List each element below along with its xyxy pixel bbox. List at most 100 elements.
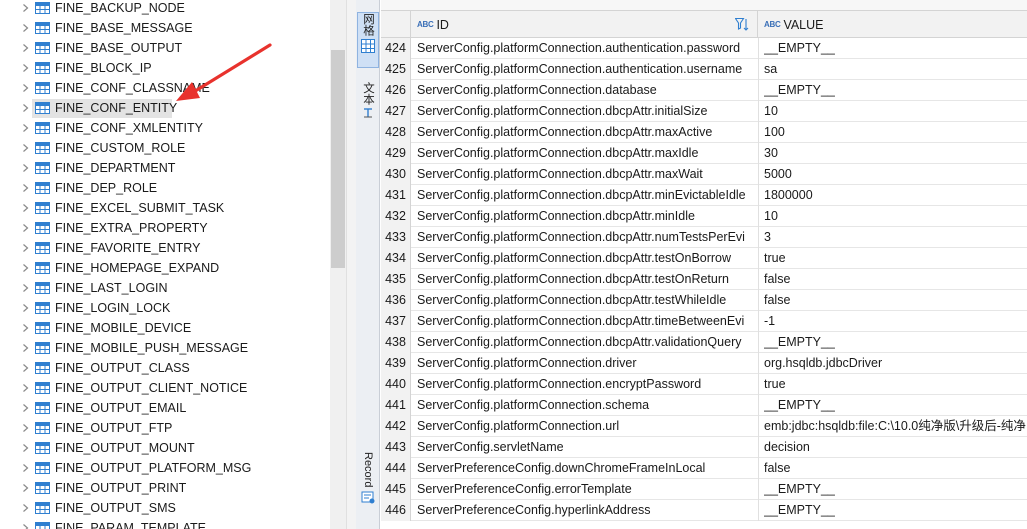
cell-id[interactable]: ServerConfig.platformConnection.dbcpAttr… (417, 290, 756, 311)
row-number[interactable]: 436 (381, 290, 411, 311)
chevron-right-icon[interactable] (21, 423, 30, 433)
chevron-right-icon[interactable] (21, 123, 30, 133)
cell-value[interactable]: true (764, 248, 1027, 269)
tree-scrollbar-thumb[interactable] (331, 50, 345, 268)
cell-id[interactable]: ServerConfig.platformConnection.url (417, 416, 756, 437)
tree-item[interactable]: FINE_DEPARTMENT (0, 158, 330, 178)
cell-id[interactable]: ServerConfig.platformConnection.encryptP… (417, 374, 756, 395)
grid-view-button[interactable]: 网格 (357, 12, 379, 68)
row-number[interactable]: 432 (381, 206, 411, 227)
cell-value[interactable]: decision (764, 437, 1027, 458)
chevron-right-icon[interactable] (21, 343, 30, 353)
chevron-right-icon[interactable] (21, 463, 30, 473)
table-row[interactable]: 442 ServerConfig.platformConnection.url em… (381, 416, 1027, 437)
chevron-right-icon[interactable] (21, 523, 30, 529)
row-number[interactable]: 430 (381, 164, 411, 185)
chevron-right-icon[interactable] (21, 3, 30, 13)
column-header-value[interactable]: ABC VALUE (758, 11, 1027, 38)
sort-filter-icon[interactable] (735, 18, 749, 31)
chevron-right-icon[interactable] (21, 283, 30, 293)
tree-item[interactable]: FINE_BASE_MESSAGE (0, 18, 330, 38)
table-row[interactable]: 440 ServerConfig.platformConnection.encry… (381, 374, 1027, 395)
cell-id[interactable]: ServerConfig.platformConnection.dbcpAttr… (417, 143, 756, 164)
cell-id[interactable]: ServerPreferenceConfig.downChromeFrameIn… (417, 458, 756, 479)
cell-value[interactable]: __EMPTY__ (764, 38, 1027, 59)
row-number[interactable]: 442 (381, 416, 411, 437)
cell-id[interactable]: ServerConfig.platformConnection.driver (417, 353, 756, 374)
cell-value[interactable]: __EMPTY__ (764, 479, 1027, 500)
chevron-right-icon[interactable] (21, 223, 30, 233)
chevron-right-icon[interactable] (21, 443, 30, 453)
table-row[interactable]: 425 ServerConfig.platformConnection.authe… (381, 59, 1027, 80)
cell-id[interactable]: ServerConfig.servletName (417, 437, 756, 458)
cell-id[interactable]: ServerPreferenceConfig.hyperlinkAddress (417, 500, 756, 521)
tree-item[interactable]: FINE_EXTRA_PROPERTY (0, 218, 330, 238)
tree-item[interactable]: FINE_HOMEPAGE_EXPAND (0, 258, 330, 278)
cell-value[interactable]: org.hsqldb.jdbcDriver (764, 353, 1027, 374)
row-number-header[interactable] (381, 11, 411, 38)
cell-id[interactable]: ServerConfig.platformConnection.dbcpAttr… (417, 101, 756, 122)
text-view-button[interactable]: 文本 (357, 82, 379, 132)
row-number[interactable]: 446 (381, 500, 411, 521)
cell-id[interactable]: ServerConfig.platformConnection.dbcpAttr… (417, 332, 756, 353)
cell-id[interactable]: ServerConfig.platformConnection.dbcpAttr… (417, 206, 756, 227)
chevron-right-icon[interactable] (21, 103, 30, 113)
table-row[interactable]: 438 ServerConfig.platformConnection.dbcpA… (381, 332, 1027, 353)
tree-item[interactable]: FINE_CUSTOM_ROLE (0, 138, 330, 158)
chevron-right-icon[interactable] (21, 83, 30, 93)
row-number[interactable]: 431 (381, 185, 411, 206)
chevron-right-icon[interactable] (21, 23, 30, 33)
cell-id[interactable]: ServerConfig.platformConnection.dbcpAttr… (417, 269, 756, 290)
cell-value[interactable]: __EMPTY__ (764, 500, 1027, 521)
cell-value[interactable]: __EMPTY__ (764, 80, 1027, 101)
cell-value[interactable]: 100 (764, 122, 1027, 143)
cell-id[interactable]: ServerConfig.platformConnection.authenti… (417, 59, 756, 80)
cell-value[interactable]: true (764, 374, 1027, 395)
chevron-right-icon[interactable] (21, 383, 30, 393)
tree-item[interactable]: FINE_LAST_LOGIN (0, 278, 330, 298)
chevron-right-icon[interactable] (21, 503, 30, 513)
chevron-right-icon[interactable] (21, 363, 30, 373)
row-number[interactable]: 428 (381, 122, 411, 143)
record-view-button[interactable]: Record (357, 452, 379, 522)
cell-id[interactable]: ServerConfig.platformConnection.dbcpAttr… (417, 311, 756, 332)
table-row[interactable]: 430 ServerConfig.platformConnection.dbcpA… (381, 164, 1027, 185)
tree-item[interactable]: FINE_OUTPUT_SMS (0, 498, 330, 518)
tree-item[interactable]: FINE_OUTPUT_PRINT (0, 478, 330, 498)
tree-item[interactable]: FINE_MOBILE_PUSH_MESSAGE (0, 338, 330, 358)
cell-id[interactable]: ServerConfig.platformConnection.dbcpAttr… (417, 248, 756, 269)
table-row[interactable]: 444 ServerPreferenceConfig.downChromeFram… (381, 458, 1027, 479)
tree-item[interactable]: FINE_EXCEL_SUBMIT_TASK (0, 198, 330, 218)
row-number[interactable]: 439 (381, 353, 411, 374)
row-number[interactable]: 441 (381, 395, 411, 416)
tree-item[interactable]: FINE_CONF_XMLENTITY (0, 118, 330, 138)
table-row[interactable]: 436 ServerConfig.platformConnection.dbcpA… (381, 290, 1027, 311)
row-number[interactable]: 424 (381, 38, 411, 59)
table-row[interactable]: 445 ServerPreferenceConfig.errorTemplate _… (381, 479, 1027, 500)
table-row[interactable]: 441 ServerConfig.platformConnection.schem… (381, 395, 1027, 416)
table-row[interactable]: 434 ServerConfig.platformConnection.dbcpA… (381, 248, 1027, 269)
tree-item[interactable]: FINE_FAVORITE_ENTRY (0, 238, 330, 258)
row-number[interactable]: 445 (381, 479, 411, 500)
row-number[interactable]: 435 (381, 269, 411, 290)
cell-value[interactable]: 30 (764, 143, 1027, 164)
cell-value[interactable]: false (764, 458, 1027, 479)
chevron-right-icon[interactable] (21, 403, 30, 413)
table-row[interactable]: 432 ServerConfig.platformConnection.dbcpA… (381, 206, 1027, 227)
table-row[interactable]: 426 ServerConfig.platformConnection.datab… (381, 80, 1027, 101)
chevron-right-icon[interactable] (21, 243, 30, 253)
table-row[interactable]: 443 ServerConfig.servletName decision (381, 437, 1027, 458)
table-row[interactable]: 428 ServerConfig.platformConnection.dbcpA… (381, 122, 1027, 143)
tree-item[interactable]: FINE_OUTPUT_CLASS (0, 358, 330, 378)
tree-item[interactable]: FINE_OUTPUT_CLIENT_NOTICE (0, 378, 330, 398)
tree-item[interactable]: FINE_CONF_ENTITY (0, 98, 330, 118)
cell-value[interactable]: false (764, 269, 1027, 290)
chevron-right-icon[interactable] (21, 303, 30, 313)
cell-value[interactable]: 10 (764, 101, 1027, 122)
table-row[interactable]: 437 ServerConfig.platformConnection.dbcpA… (381, 311, 1027, 332)
chevron-right-icon[interactable] (21, 203, 30, 213)
cell-value[interactable]: 5000 (764, 164, 1027, 185)
cell-id[interactable]: ServerConfig.platformConnection.authenti… (417, 38, 756, 59)
table-row[interactable]: 429 ServerConfig.platformConnection.dbcpA… (381, 143, 1027, 164)
tree-item[interactable]: FINE_OUTPUT_PLATFORM_MSG (0, 458, 330, 478)
